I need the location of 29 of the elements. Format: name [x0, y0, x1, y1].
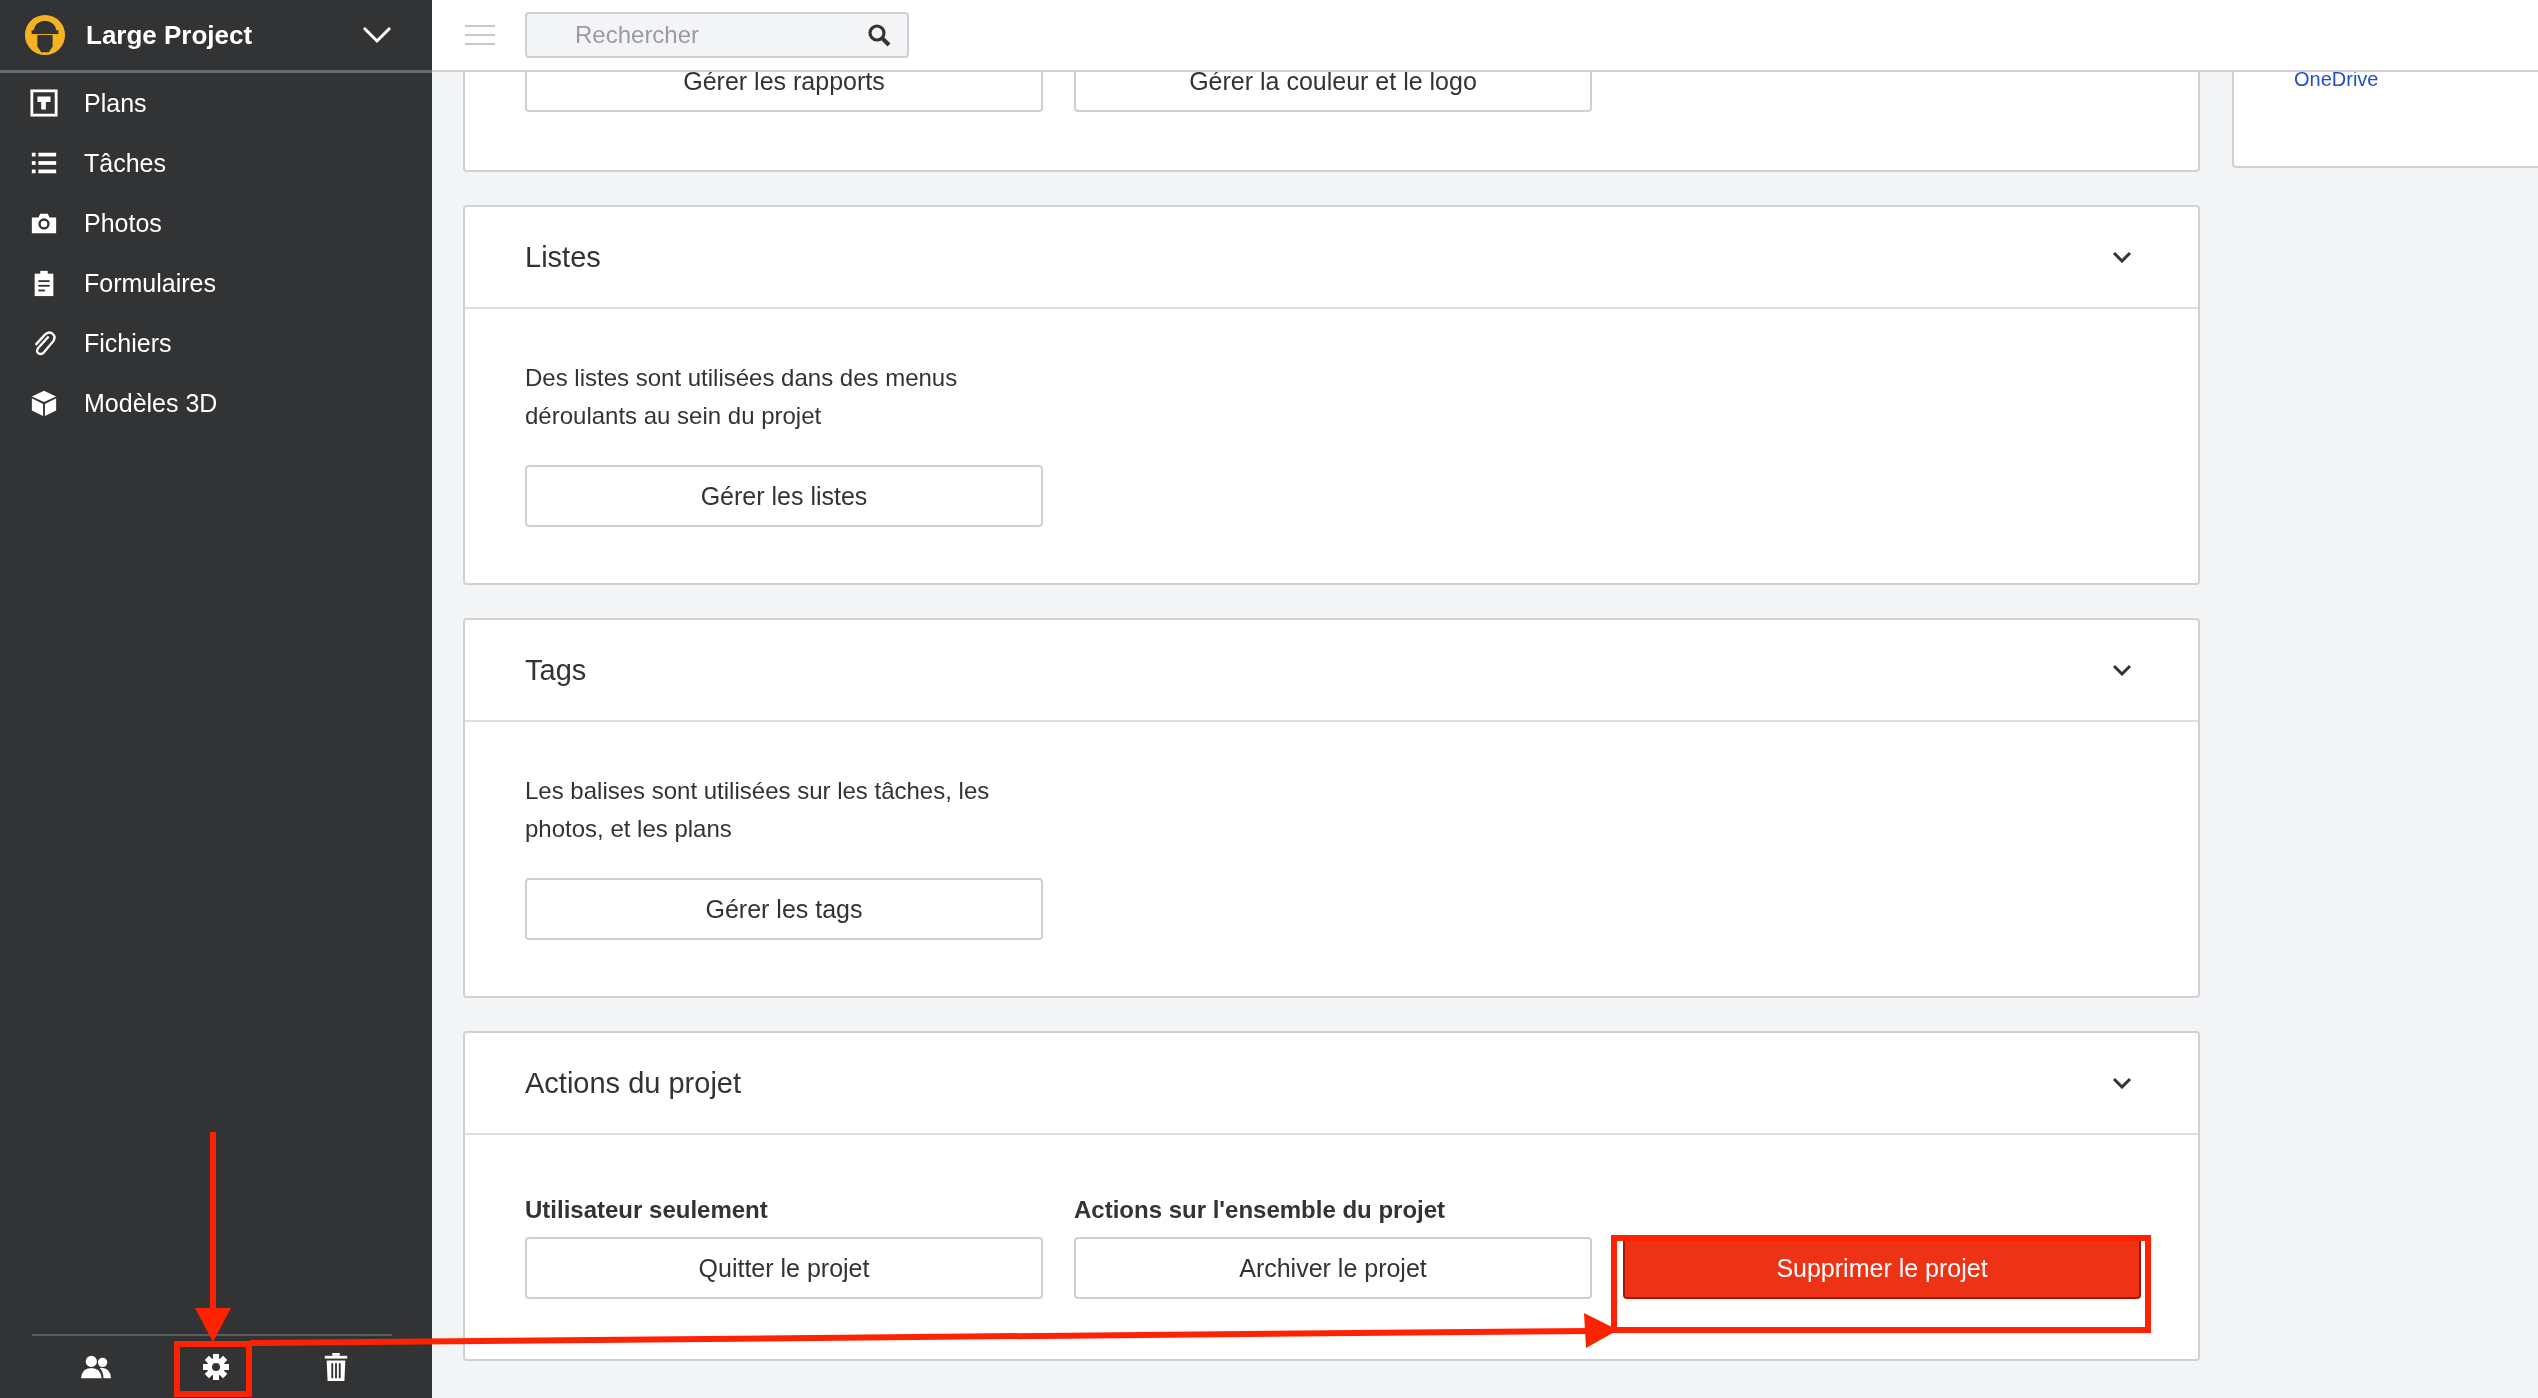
action-button[interactable]: Archiver le projet — [1074, 1237, 1592, 1299]
search-field[interactable]: Rechercher — [525, 12, 909, 58]
cube-icon — [30, 389, 58, 417]
action-button[interactable]: Quitter le projet — [525, 1237, 1043, 1299]
chevron-down-icon[interactable] — [2112, 664, 2132, 676]
sidebar-item[interactable]: Formulaires — [0, 253, 432, 313]
floor-plan-icon — [30, 89, 58, 117]
section-title: Actions du projet — [525, 1066, 741, 1100]
sidebar-item[interactable]: Modèles 3D — [0, 373, 432, 433]
manage-button[interactable]: Gérer les tags — [525, 878, 1043, 940]
onedrive-link[interactable]: OneDrive — [2294, 72, 2379, 90]
section-title: Listes — [525, 240, 601, 274]
manage-button[interactable]: Gérer les listes — [525, 465, 1043, 527]
project-name[interactable]: Large Project — [86, 19, 362, 51]
settings-icon[interactable] — [201, 1353, 231, 1381]
sidebar-item[interactable]: Plans — [0, 73, 432, 133]
chevron-down-icon[interactable] — [2112, 1077, 2132, 1089]
chevron-down-icon[interactable] — [2112, 251, 2132, 263]
section-description: Des listes sont utilisées dans des menus déroulants au sein du projet — [525, 363, 959, 431]
logo-icon — [24, 14, 66, 56]
sidebar-item[interactable]: Fichiers — [0, 313, 432, 373]
sidebar-item[interactable]: Tâches — [0, 133, 432, 193]
column-heading: Utilisateur seulement — [525, 1195, 769, 1225]
people-icon[interactable] — [81, 1353, 111, 1381]
section-title: Tags — [525, 653, 587, 687]
sidebar-item[interactable]: Photos — [0, 193, 432, 253]
search-icon — [867, 23, 891, 47]
section-description: Les balises sont utilisées sur les tâches, les photos, et les plans — [525, 776, 991, 844]
column-heading: Actions sur l'ensemble du projet — [1074, 1195, 1447, 1225]
